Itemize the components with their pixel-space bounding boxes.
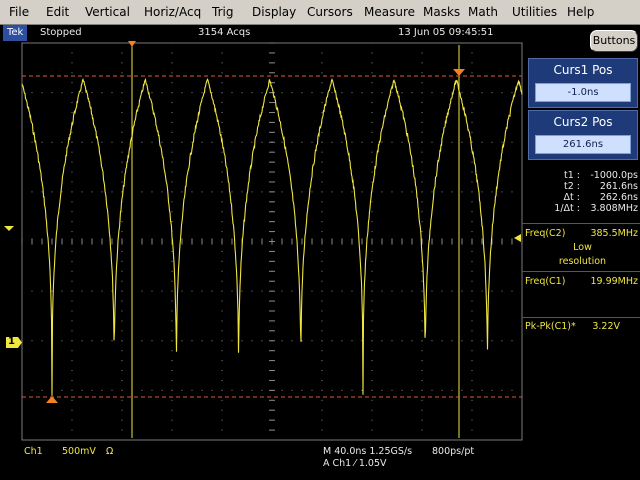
trigger-level-marker[interactable]: [514, 234, 521, 242]
curs2-value[interactable]: 261.6ns: [535, 135, 631, 154]
graticule: [21, 42, 523, 441]
freq-c2-name: Freq(C2): [525, 228, 566, 239]
delta-t-label: Δt :: [563, 192, 580, 203]
freq-c1-value: 19.99MHz: [590, 276, 638, 287]
freq-c2-value: 385.5MHz: [590, 228, 638, 239]
inv-delta-t-value: 3.808MHz: [590, 203, 638, 214]
divider: [522, 271, 640, 272]
oscilloscope-screen: File Edit Vertical Horiz/Acq Trig Displa…: [0, 0, 640, 480]
freq-c2-note-line1: Low: [573, 242, 592, 253]
cursor-readout: t1 : -1000.0ps t2 : 261.6ns Δt : 262.6ns…: [530, 170, 638, 220]
t1-label: t1 :: [564, 170, 580, 181]
t1-value: -1000.0ps: [590, 170, 638, 181]
curs2-pos-panel[interactable]: Curs2 Pos 261.6ns: [528, 110, 638, 160]
cursor1-top-marker[interactable]: [128, 41, 136, 47]
resolution-readout: 800ps/pt: [432, 446, 475, 457]
delta-t-value: 262.6ns: [599, 192, 638, 203]
curs1-pos-panel[interactable]: Curs1 Pos -1.0ns: [528, 58, 638, 108]
curs1-value[interactable]: -1.0ns: [535, 83, 631, 102]
divider: [522, 317, 640, 318]
channel-scale[interactable]: 500mV: [62, 446, 96, 457]
t2-value: 261.6ns: [599, 181, 638, 192]
pkpk-c1-measurement[interactable]: Pk-Pk(C1)* 3.22V: [525, 320, 640, 334]
pkpk-c1-name: Pk-Pk(C1)*: [525, 321, 576, 332]
channel1-trace: [21, 78, 523, 396]
cursor-bottom-marker[interactable]: [46, 396, 58, 403]
freq-c2-note: Low resolution: [525, 241, 640, 269]
trigger-readout[interactable]: A Ch1 ⁄ 1.05V: [323, 458, 387, 469]
channel-impedance: Ω: [106, 446, 114, 457]
trigger-position-marker: [4, 226, 14, 231]
curs2-title: Curs2 Pos: [553, 115, 613, 129]
inv-delta-t-label: 1/Δt :: [554, 203, 580, 214]
divider: [522, 223, 640, 224]
freq-c2-measurement[interactable]: Freq(C2) 385.5MHz: [525, 227, 640, 241]
t2-label: t2 :: [564, 181, 580, 192]
freq-c1-name: Freq(C1): [525, 276, 566, 287]
channel-label[interactable]: Ch1: [24, 446, 43, 457]
curs1-title: Curs1 Pos: [553, 63, 613, 77]
freq-c1-measurement[interactable]: Freq(C1) 19.99MHz: [525, 275, 640, 289]
timebase-readout[interactable]: M 40.0ns 1.25GS/s: [323, 446, 412, 457]
freq-c2-note-line2: resolution: [558, 256, 607, 267]
cursor2-top-marker[interactable]: [453, 69, 465, 76]
pkpk-c1-value: 3.22V: [592, 321, 620, 332]
channel1-marker-label: 1: [8, 336, 15, 347]
